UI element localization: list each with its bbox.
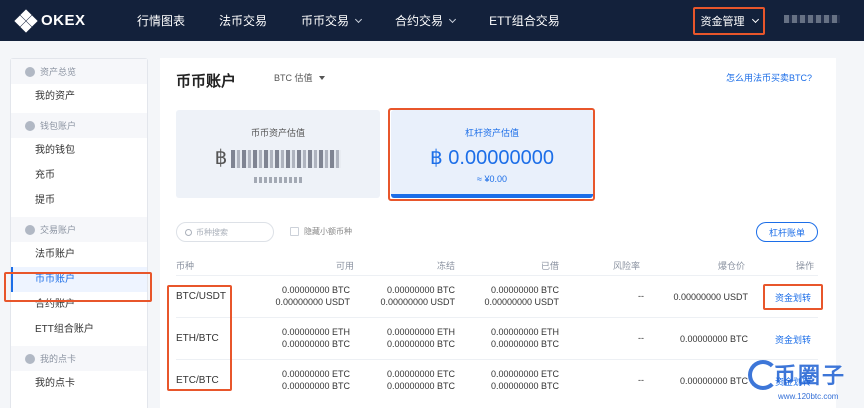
table-divider: [176, 275, 818, 276]
hide-small-label: 隐藏小额币种: [304, 227, 352, 236]
search-icon: [185, 228, 192, 236]
sidebar-section-title: 我的点卡: [40, 354, 77, 364]
brand-logo[interactable]: OKEX: [14, 8, 120, 33]
risk-rate: --: [638, 375, 644, 385]
asset-overview-icon: [25, 66, 35, 77]
available-balance: 0.00000000 ETC 0.00000000 BTC: [281, 369, 350, 391]
sidebar-item-ett-account[interactable]: ETT组合账户: [11, 317, 147, 342]
highlight-box-pairs: [167, 285, 232, 391]
borrowed-balance: 0.00000000 ETC 0.00000000 BTC: [490, 369, 559, 391]
sidebar-item-my-wallet[interactable]: 我的钱包: [11, 138, 147, 163]
site-watermark: 币圈子 www.120btc.com: [748, 358, 864, 408]
liquidation-price: 0.00000000 USDT: [673, 292, 748, 302]
spot-assets-value: ฿: [176, 145, 380, 170]
nav-item-label: 行情图表: [137, 14, 186, 28]
nav-item-ett-trading[interactable]: ETT组合交易: [489, 12, 560, 29]
hide-small-balances-checkbox[interactable]: 隐藏小额币种: [290, 226, 352, 237]
btc-currency-symbol: ฿: [214, 147, 228, 169]
chevron-down-icon: [751, 15, 759, 24]
margin-bill-button[interactable]: 杠杆账单: [756, 222, 818, 242]
blurred-value: [231, 149, 342, 168]
sidebar-section-title: 资产总览: [40, 67, 77, 77]
frozen-balance: 0.00000000 BTC 0.00000000 USDT: [380, 285, 455, 307]
borrowed-balance: 0.00000000 BTC 0.00000000 USDT: [484, 285, 559, 307]
frozen-balance: 0.00000000 ETC 0.00000000 BTC: [386, 369, 455, 391]
brand-name: OKEX: [41, 12, 86, 29]
available-balance: 0.00000000 BTC 0.00000000 USDT: [275, 285, 350, 307]
valuation-select-label: BTC 估值: [274, 73, 313, 83]
nav-item-label: 合约交易: [395, 14, 444, 28]
coin-search-input[interactable]: 币种搜索: [176, 222, 274, 242]
valuation-currency-select[interactable]: BTC 估值: [274, 71, 325, 84]
nav-item-label: ETT组合交易: [489, 14, 560, 28]
sidebar-section-wallet: 钱包账户: [11, 113, 147, 138]
sidebar-section-trading-accounts: 交易账户: [11, 217, 147, 242]
sidebar-item-my-point-card[interactable]: 我的点卡: [11, 371, 147, 396]
nav-item-label: 币币交易: [301, 14, 350, 28]
sidebar-section-asset-overview: 资产总览: [11, 59, 147, 84]
point-card-icon: [25, 353, 35, 364]
top-nav: OKEX 行情图表 法币交易 币币交易 合约交易 ETT组合交易 资金管理: [0, 0, 864, 41]
highlight-box-transfer: [763, 284, 823, 310]
okex-logo-icon: [14, 8, 38, 33]
nav-menu: 行情图表 法币交易 币币交易 合约交易 ETT组合交易: [120, 0, 577, 41]
spot-assets-card: 币币资产估值 ฿: [176, 110, 380, 198]
sidebar: 资产总览 我的资产 钱包账户 我的钱包 充币 提币 交易账户 法币账户 币币账户…: [10, 58, 148, 408]
frozen-balance: 0.00000000 ETH 0.00000000 BTC: [386, 327, 455, 349]
caret-down-icon: [318, 75, 325, 80]
nav-item-futures-trading[interactable]: 合约交易: [395, 12, 457, 29]
column-header-liquidation-price: 爆仓价: [718, 261, 746, 271]
column-header-risk-rate: 风险率: [613, 261, 641, 271]
sidebar-item-deposit[interactable]: 充币: [11, 163, 147, 188]
blurred-cny-value: [254, 177, 302, 183]
sidebar-item-withdraw[interactable]: 提币: [11, 188, 147, 213]
help-link-buy-btc[interactable]: 怎么用法币买卖BTC?: [726, 71, 812, 84]
table-divider: [176, 359, 818, 360]
sidebar-item-my-assets[interactable]: 我的资产: [11, 84, 147, 109]
chevron-down-icon: [449, 15, 457, 23]
nav-item-fiat-trading[interactable]: 法币交易: [219, 12, 267, 29]
sidebar-section-title: 钱包账户: [40, 121, 77, 131]
sidebar-section-title: 交易账户: [40, 225, 77, 235]
column-header-available: 可用: [336, 261, 355, 271]
trading-account-icon: [25, 224, 35, 235]
highlight-box-margin-card: [388, 108, 595, 201]
column-header-borrowed: 已借: [541, 261, 560, 271]
nav-item-spot-trading[interactable]: 币币交易: [301, 12, 363, 29]
highlight-box-spot-account: [4, 272, 152, 302]
nav-item-market-chart[interactable]: 行情图表: [137, 12, 185, 29]
liquidation-price: 0.00000000 BTC: [679, 334, 748, 344]
risk-rate: --: [638, 333, 644, 343]
fund-management-menu[interactable]: 资金管理: [693, 7, 765, 35]
search-placeholder: 币种搜索: [196, 227, 228, 237]
column-header-frozen: 冻结: [437, 261, 456, 271]
borrowed-balance: 0.00000000 ETH 0.00000000 BTC: [490, 327, 559, 349]
spot-assets-label: 币币资产估值: [250, 128, 305, 138]
available-balance: 0.00000000 ETH 0.00000000 BTC: [281, 327, 350, 349]
watermark-text: 币圈子: [774, 363, 847, 388]
checkbox-icon: [290, 227, 299, 236]
fund-management-label: 资金管理: [700, 16, 745, 28]
sidebar-section-point-card: 我的点卡: [11, 346, 147, 371]
table-divider: [176, 317, 818, 318]
page-title: 币币账户: [176, 73, 237, 90]
user-account-blurred[interactable]: [784, 15, 840, 23]
chevron-down-icon: [355, 15, 363, 23]
wallet-icon: [25, 120, 35, 131]
liquidation-price: 0.00000000 BTC: [679, 376, 748, 386]
column-header-coin: 币种: [176, 261, 195, 271]
risk-rate: --: [638, 291, 644, 301]
nav-item-label: 法币交易: [219, 14, 268, 28]
sidebar-item-fiat-account[interactable]: 法币账户: [11, 242, 147, 267]
watermark-url: www.120btc.com: [778, 392, 839, 401]
fund-transfer-link[interactable]: 资金划转: [775, 333, 811, 346]
column-header-action: 操作: [796, 261, 815, 271]
